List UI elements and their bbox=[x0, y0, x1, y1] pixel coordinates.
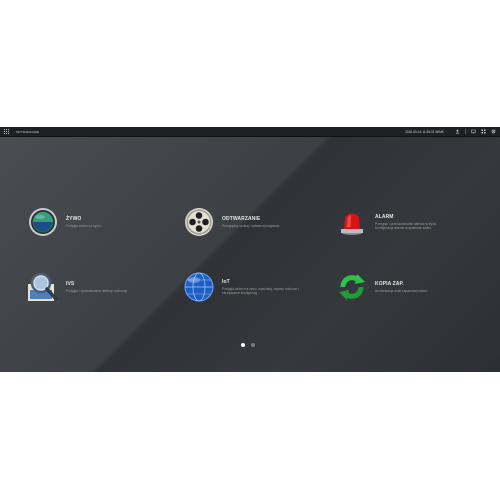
page-dot-1[interactable] bbox=[241, 343, 245, 347]
backup-refresh-icon bbox=[335, 270, 369, 304]
tile-iot[interactable]: IoT Podgląd wideo na żywo, wyszukaj, rap… bbox=[182, 270, 302, 304]
datetime: 2016-05-16 11:35:31 WIMK bbox=[405, 129, 444, 134]
tile-description: Podgląd wideo na żywo. bbox=[66, 224, 102, 228]
topbar-right: 2016-05-16 11:35:31 WIMK bbox=[405, 127, 496, 136]
top-bar: ODTWARZANIE 2016-05-16 11:35:31 WIMK bbox=[0, 127, 500, 137]
grid-icon[interactable] bbox=[481, 129, 486, 134]
tile-live[interactable]: ŻYWO Podgląd wideo na żywo. bbox=[26, 205, 102, 239]
tile-title: KOPIA ZAP. bbox=[375, 281, 404, 287]
pagination bbox=[241, 343, 255, 347]
tile-description: Archiwizacja kopii zapasowej wideo. bbox=[375, 289, 428, 293]
tile-description: Przegląd i przeszukiwanie alertów w życi… bbox=[375, 222, 438, 230]
tile-alarm[interactable]: ALARM Przegląd i przeszukiwanie alertów … bbox=[335, 205, 455, 239]
tile-ivs[interactable]: IVS Podgląd i wyszukiwanie detekcji ruch… bbox=[26, 270, 128, 304]
tile-description: Przeglądaj, szukaj i odtwarzaj nagrania. bbox=[222, 224, 281, 228]
tile-title: ALARM bbox=[375, 214, 394, 220]
magnifier-icon bbox=[26, 270, 60, 304]
alarm-siren-icon bbox=[335, 205, 369, 239]
monitor-icon[interactable] bbox=[471, 129, 476, 134]
tile-title: ŻYWO bbox=[66, 216, 82, 222]
tile-title: IVS bbox=[66, 281, 75, 287]
tile-description: Podgląd wideo na żywo, wyszukaj, raporty… bbox=[222, 287, 299, 295]
tile-title: IoT bbox=[222, 279, 230, 285]
divider bbox=[465, 129, 466, 134]
film-reel-icon bbox=[182, 205, 216, 239]
tile-playback[interactable]: ODTWARZANIE Przeglądaj, szukaj i odtwarz… bbox=[182, 205, 280, 239]
tile-title: ODTWARZANIE bbox=[222, 216, 261, 222]
grid-menu-icon[interactable] bbox=[4, 128, 10, 135]
tile-backup[interactable]: KOPIA ZAP. Archiwizacja kopii zapasowej … bbox=[335, 270, 428, 304]
page-dot-2[interactable] bbox=[251, 343, 255, 347]
topbar-title: ODTWARZANIE bbox=[16, 129, 40, 134]
settings-icon[interactable] bbox=[491, 129, 496, 134]
live-lens-icon bbox=[26, 205, 60, 239]
globe-icon bbox=[182, 270, 216, 304]
user-icon[interactable] bbox=[455, 129, 460, 134]
main-menu-screen: ODTWARZANIE 2016-05-16 11:35:31 WIMK ŻYW… bbox=[0, 127, 500, 372]
tile-description: Podgląd i wyszukiwanie detekcji ruchowej… bbox=[66, 289, 128, 293]
